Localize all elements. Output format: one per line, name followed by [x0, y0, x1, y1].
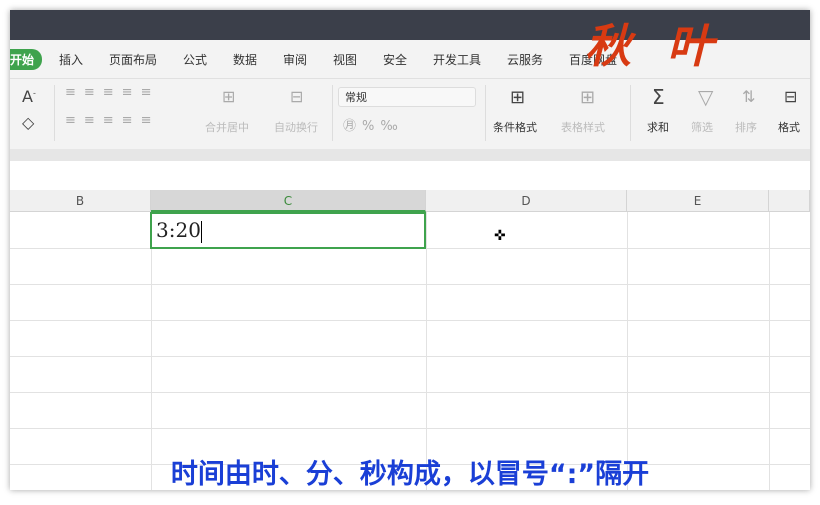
cell-value: 3:20	[156, 218, 201, 242]
currency-percent-icons[interactable]: ㊊%‰	[343, 115, 404, 134]
tab-security[interactable]: 安全	[383, 51, 407, 68]
tab-review[interactable]: 审阅	[283, 51, 307, 68]
filter-button[interactable]: 筛选	[691, 119, 713, 135]
ribbon: A- ◇ ≡≡≡≡≡ ≡≡≡≡≡ ⊞ 合并居中 ⊟ 自动换行 常规 ㊊%‰ ⊞ …	[10, 79, 810, 149]
qiuye-logo: 秋叶	[585, 19, 749, 73]
format-button[interactable]: 格式	[778, 119, 800, 135]
column-header-b[interactable]: B	[10, 190, 151, 212]
sum-button[interactable]: 求和	[647, 119, 669, 135]
font-size-icon[interactable]: A-	[22, 87, 36, 106]
tab-data[interactable]: 数据	[233, 51, 257, 68]
conditional-format-button[interactable]: 条件格式	[493, 119, 537, 135]
tab-page-layout[interactable]: 页面布局	[109, 51, 157, 68]
conditional-format-icon[interactable]: ⊞	[510, 87, 525, 108]
formula-bar[interactable]	[10, 161, 810, 191]
column-header-c[interactable]: C	[151, 190, 426, 212]
sort-icon[interactable]: ⇅	[742, 87, 755, 106]
tab-cloud[interactable]: 云服务	[507, 51, 543, 68]
number-format-select[interactable]: 常规	[338, 87, 476, 107]
column-header-d[interactable]: D	[426, 190, 627, 212]
sort-button[interactable]: 排序	[735, 119, 757, 135]
cell-cursor-icon: ✜	[494, 228, 506, 244]
tab-developer[interactable]: 开发工具	[433, 51, 481, 68]
cell-grid[interactable]	[10, 212, 810, 490]
merge-center-button[interactable]: 合并居中	[205, 119, 249, 135]
wrap-text-button[interactable]: 自动换行	[274, 119, 318, 135]
caption-subtitle: 时间由时、分、秒构成，以冒号“:”隔开	[170, 459, 650, 490]
column-header-e[interactable]: E	[627, 190, 769, 212]
sum-icon[interactable]: Σ	[652, 85, 665, 109]
eraser-icon[interactable]: ◇	[22, 113, 34, 132]
align-icons[interactable]: ≡≡≡≡≡	[65, 85, 159, 100]
tab-home[interactable]: 开始	[10, 49, 43, 70]
ribbon-divider	[10, 149, 810, 161]
active-cell-c[interactable]: 3:20	[150, 212, 426, 249]
tab-formulas[interactable]: 公式	[183, 51, 207, 68]
table-style-button[interactable]: 表格样式	[561, 119, 605, 135]
filter-icon[interactable]: ▽	[698, 85, 713, 109]
tab-insert[interactable]: 插入	[59, 51, 83, 68]
text-cursor	[200, 220, 202, 243]
spreadsheet-window: 开始 插入 页面布局 公式 数据 审阅 视图 安全 开发工具 云服务 百度网盘 …	[10, 10, 810, 490]
wrap-icon[interactable]: ⊟	[290, 87, 303, 106]
format-icon[interactable]: ⊟	[784, 87, 797, 106]
table-style-icon[interactable]: ⊞	[580, 87, 595, 108]
halign-icons[interactable]: ≡≡≡≡≡	[65, 113, 159, 128]
tab-view[interactable]: 视图	[333, 51, 357, 68]
column-header-f[interactable]	[769, 190, 810, 212]
merge-icon[interactable]: ⊞	[222, 87, 235, 106]
